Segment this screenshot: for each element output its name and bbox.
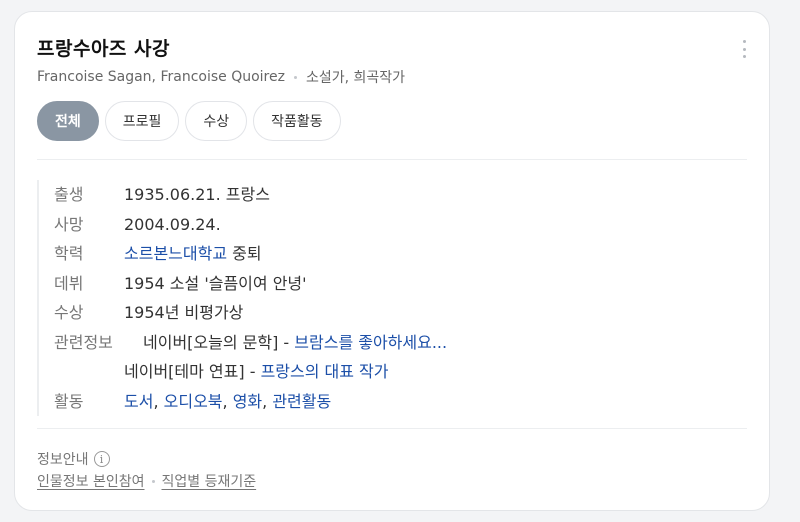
info-value: 1935.06.21. 프랑스 — [124, 185, 270, 204]
footer-links: 인물정보 본인참여 직업별 등재기준 — [37, 471, 256, 491]
related-source: 네이버[테마 연표] - — [124, 362, 261, 381]
education-status: 중퇴 — [227, 244, 262, 263]
footer-title: 정보안내 — [37, 452, 89, 468]
profile-subtitle: Francoise Sagan, Francoise Quoirez 소설가, … — [37, 67, 405, 87]
info-row-related: 관련정보 네이버[오늘의 문학] - 브람스를 좋아하세요... 네이버[테마 … — [39, 328, 747, 387]
tab-awards[interactable]: 수상 — [185, 101, 248, 141]
tab-works[interactable]: 작품활동 — [253, 101, 341, 141]
info-label: 출생 — [54, 185, 84, 204]
info-value: 도서, 오디오북, 영화, 관련활동 — [124, 387, 331, 417]
info-row-birth: 출생 1935.06.21. 프랑스 — [39, 180, 747, 210]
related-item: 네이버[오늘의 문학] - 브람스를 좋아하세요... — [143, 328, 447, 358]
tab-all[interactable]: 전체 — [37, 101, 99, 141]
info-value: 2004.09.24. — [124, 214, 221, 234]
divider — [37, 428, 747, 429]
info-label: 수상 — [54, 303, 84, 322]
info-value: 1954년 비평가상 — [124, 303, 244, 322]
activity-separator: , — [262, 391, 273, 411]
related-info-list: 네이버[오늘의 문학] - 브람스를 좋아하세요... 네이버[테마 연표] -… — [124, 328, 447, 387]
info-row-education: 학력 소르본느대학교 중퇴 — [39, 239, 747, 269]
info-label: 학력 — [54, 244, 84, 263]
activity-link-books[interactable]: 도서 — [124, 392, 153, 411]
more-options-icon[interactable] — [741, 40, 747, 58]
info-row-activity: 활동 도서, 오디오북, 영화, 관련활동 — [39, 387, 747, 417]
school-link[interactable]: 소르본느대학교 — [124, 244, 227, 263]
info-label: 사망 — [54, 214, 84, 234]
activity-separator: , — [153, 391, 164, 411]
info-value: 1954 소설 '슬픔이여 안녕' — [124, 273, 307, 293]
activity-link-movies[interactable]: 영화 — [233, 392, 262, 411]
person-name[interactable]: 프랑수아즈 사강 — [37, 34, 170, 61]
separator-dot — [151, 479, 155, 483]
info-label: 활동 — [54, 391, 84, 411]
activity-link-related[interactable]: 관련활동 — [272, 392, 331, 411]
related-link[interactable]: 프랑스의 대표 작가 — [261, 362, 389, 381]
footer-info: 정보안내 i — [37, 449, 110, 469]
self-participation-link[interactable]: 인물정보 본인참여 — [37, 471, 145, 491]
info-row-debut: 데뷔 1954 소설 '슬픔이여 안녕' — [39, 269, 747, 299]
aliases: Francoise Sagan, Francoise Quoirez — [37, 69, 285, 85]
related-link[interactable]: 브람스를 좋아하세요... — [294, 333, 447, 352]
info-row-award: 수상 1954년 비평가상 — [39, 298, 747, 328]
info-value: 소르본느대학교 중퇴 — [124, 239, 262, 269]
profile-card: 프랑수아즈 사강 Francoise Sagan, Francoise Quoi… — [14, 11, 770, 511]
registration-criteria-link[interactable]: 직업별 등재기준 — [162, 471, 257, 491]
related-source: 네이버[오늘의 문학] - — [143, 332, 295, 352]
tab-bar: 전체 프로필 수상 작품활동 — [37, 101, 341, 141]
divider — [37, 159, 747, 160]
info-label: 데뷔 — [54, 273, 84, 293]
info-list: 출생 1935.06.21. 프랑스 사망 2004.09.24. 학력 소르본… — [37, 180, 747, 416]
activity-link-audiobook[interactable]: 오디오북 — [164, 392, 223, 411]
separator-dot — [293, 75, 297, 79]
tab-profile[interactable]: 프로필 — [104, 101, 180, 141]
related-item: 네이버[테마 연표] - 프랑스의 대표 작가 — [124, 357, 447, 387]
occupation: 소설가, 희곡작가 — [305, 70, 406, 86]
info-row-death: 사망 2004.09.24. — [39, 210, 747, 240]
info-icon[interactable]: i — [93, 451, 110, 467]
activity-separator: , — [222, 391, 233, 411]
